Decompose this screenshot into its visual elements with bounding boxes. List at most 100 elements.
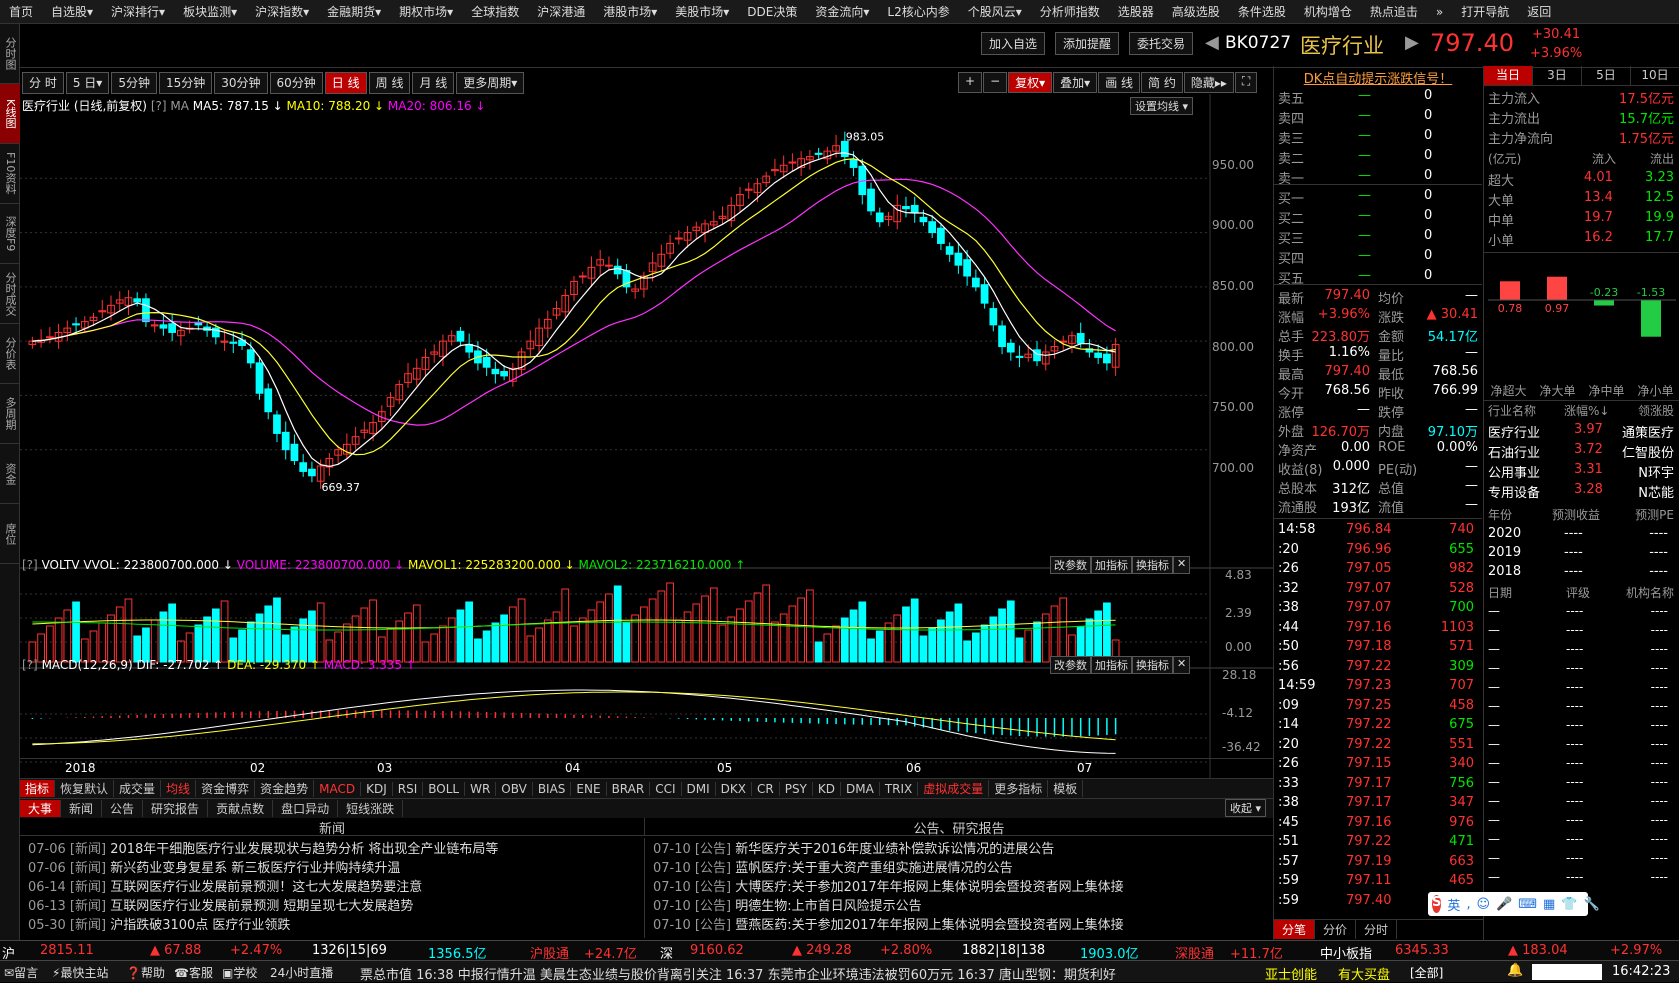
indicator-19[interactable]: PSY xyxy=(780,781,813,796)
indicator-7[interactable]: KDJ xyxy=(361,781,393,796)
menu-item-16[interactable]: 选股器 xyxy=(1109,3,1163,20)
menu-item-22[interactable]: 打开导航 xyxy=(1452,3,1518,20)
indicator-10[interactable]: WR xyxy=(465,781,497,796)
indicator-5[interactable]: 资金趋势 xyxy=(255,780,315,797)
alert-stock[interactable]: 亚士创能 xyxy=(1265,964,1317,983)
indicator-14[interactable]: BRAR xyxy=(607,781,651,796)
ime-punct-icon[interactable]: ‚ xyxy=(1466,897,1470,912)
search-input[interactable] xyxy=(1532,964,1602,980)
news-item[interactable]: 07-10 [公告] 蓝帆医疗:关于重大资产重组实施进展情况的公告 xyxy=(653,857,1013,876)
news-tab-6[interactable]: 短线涨跌 xyxy=(338,800,404,817)
news-tab-5[interactable]: 盘口异动 xyxy=(273,800,339,817)
menu-item-23[interactable]: 返回 xyxy=(1518,3,1560,20)
news-item[interactable]: 07-10 [公告] 新华医疗关于2016年度业绩补偿款诉讼情况的进展公告 xyxy=(653,838,1054,857)
news-tab-1[interactable]: 新闻 xyxy=(61,800,103,817)
collapse-button[interactable]: 收起 ▾ xyxy=(1225,799,1267,817)
alert-all[interactable]: [全部] xyxy=(1410,964,1443,981)
tool-4[interactable]: 画 线 xyxy=(1098,72,1141,93)
indicator-6[interactable]: MACD xyxy=(314,781,362,796)
period-9[interactable]: 更多周期▾ xyxy=(456,72,525,94)
flow-tab-1[interactable]: 3日 xyxy=(1533,66,1582,85)
indicator-3[interactable]: 均线 xyxy=(161,780,197,797)
menu-item-15[interactable]: 分析师指数 xyxy=(1031,3,1109,20)
menu-item-19[interactable]: 机构增仓 xyxy=(1295,3,1361,20)
period-8[interactable]: 月 线 xyxy=(412,72,455,94)
menu-item-20[interactable]: 热点追击 xyxy=(1361,3,1427,20)
ime-emoji-icon[interactable]: ☺ xyxy=(1477,897,1491,912)
ime-mic-icon[interactable]: 🎤 xyxy=(1496,897,1512,912)
add-alert-button[interactable]: 添加提醒 xyxy=(1055,32,1120,55)
ime-lang[interactable]: 英 xyxy=(1447,895,1460,914)
flow-tab-2[interactable]: 5日 xyxy=(1582,66,1631,85)
ime-tool-icon[interactable]: 🔧 xyxy=(1584,897,1600,912)
menu-item-13[interactable]: L2核心内参 xyxy=(878,3,958,20)
left-tab-6[interactable]: 多周期 xyxy=(0,384,20,444)
sector-row[interactable]: 专用设备 3.28 N芯能 xyxy=(1488,482,1676,501)
indicator-8[interactable]: RSI xyxy=(393,781,424,796)
news-tab-4[interactable]: 贡献点数 xyxy=(208,800,274,817)
tool-7[interactable]: ⛶ xyxy=(1234,72,1258,93)
tick-tab-0[interactable]: 分笔 xyxy=(1274,920,1316,939)
left-tab-8[interactable]: 席位 xyxy=(0,504,20,564)
menu-item-1[interactable]: 自选股▾ xyxy=(42,3,102,20)
menu-item-10[interactable]: 美股市场▾ xyxy=(666,3,738,20)
news-item[interactable]: 07-06 [新闻] 新兴药业变身复星系 新三板医疗行业并购持续升温 xyxy=(28,857,400,876)
indicator-20[interactable]: KD xyxy=(813,781,841,796)
tick-tab-1[interactable]: 分价 xyxy=(1315,920,1357,939)
menu-item-2[interactable]: 沪深排行▾ xyxy=(102,3,174,20)
period-6[interactable]: 日 线 xyxy=(324,72,367,94)
sector-row[interactable]: 公用事业 3.31 N环宇 xyxy=(1488,462,1676,481)
period-1[interactable]: 5 日▾ xyxy=(65,72,110,94)
tool-0[interactable]: + xyxy=(958,72,983,93)
tick-tab-2[interactable]: 分时 xyxy=(1356,920,1398,939)
left-tab-3[interactable]: 深度F9 xyxy=(0,204,20,264)
menu-item-14[interactable]: 个股风云▾ xyxy=(959,3,1031,20)
ime-shirt-icon[interactable]: 👕 xyxy=(1561,897,1577,912)
period-4[interactable]: 30分钟 xyxy=(214,72,268,94)
left-tab-5[interactable]: 分价表 xyxy=(0,324,20,384)
news-item[interactable]: 05-30 [新闻] 沪指跌破3100点 医疗行业领跌 xyxy=(28,914,290,933)
macd-add-button[interactable]: 加指标 xyxy=(1091,656,1132,674)
bell-icon[interactable]: 🔔 xyxy=(1507,963,1523,978)
trade-button[interactable]: 委托交易 xyxy=(1129,32,1194,55)
macd-param-button[interactable]: 改参数 xyxy=(1050,656,1091,674)
menu-item-7[interactable]: 全球指数 xyxy=(462,3,528,20)
indicator-22[interactable]: TRIX xyxy=(880,781,919,796)
sector-row[interactable]: 医疗行业 3.97 通策医疗 xyxy=(1488,422,1676,441)
status-item-2[interactable]: ❓帮助 xyxy=(126,964,165,981)
news-item[interactable]: 07-10 [公告] 大博医疗:关于参加2017年年报网上集体说明会暨投资者网上… xyxy=(653,876,1124,895)
menu-item-6[interactable]: 期权市场▾ xyxy=(390,3,462,20)
status-item-5[interactable]: 24小时直播 xyxy=(270,964,333,981)
next-arrow-icon[interactable]: ▶ xyxy=(1405,32,1419,53)
add-watch-button[interactable]: 加入自选 xyxy=(981,32,1046,55)
left-tab-4[interactable]: 分时成交 xyxy=(0,264,20,324)
menu-item-3[interactable]: 板块监测▾ xyxy=(174,3,246,20)
macd-swap-button[interactable]: 换指标 xyxy=(1132,656,1173,674)
menu-item-21[interactable]: » xyxy=(1427,5,1452,19)
vol-swap-button[interactable]: 换指标 xyxy=(1132,556,1173,574)
menu-item-4[interactable]: 沪深指数▾ xyxy=(246,3,318,20)
macd-close-icon[interactable]: ✕ xyxy=(1173,656,1191,674)
tool-1[interactable]: − xyxy=(983,72,1008,93)
indicator-25[interactable]: 模板 xyxy=(1048,780,1084,797)
left-tab-7[interactable]: 资金 xyxy=(0,444,20,504)
indicator-11[interactable]: OBV xyxy=(496,781,533,796)
sector-row[interactable]: 石油行业 3.72 仁智股份 xyxy=(1488,442,1676,461)
news-tab-0[interactable]: 大事 xyxy=(20,800,62,817)
news-tab-2[interactable]: 公告 xyxy=(102,800,144,817)
news-tab-3[interactable]: 研究报告 xyxy=(143,800,209,817)
menu-item-5[interactable]: 金融期货▾ xyxy=(318,3,390,20)
vol-close-icon[interactable]: ✕ xyxy=(1173,556,1191,574)
news-item[interactable]: 06-13 [新闻] 互联网医疗行业发展前景预测 短期呈现七大发展趋势 xyxy=(28,895,413,914)
indicator-12[interactable]: BIAS xyxy=(533,781,572,796)
menu-item-9[interactable]: 港股市场▾ xyxy=(594,3,666,20)
indicator-24[interactable]: 更多指标 xyxy=(989,780,1049,797)
indicator-1[interactable]: 恢复默认 xyxy=(55,780,115,797)
ime-toolbar[interactable]: S 英 ‚ ☺ 🎤 ⌨ ▦ 👕 🔧 xyxy=(1428,892,1600,916)
status-item-3[interactable]: ☎客服 xyxy=(174,964,213,981)
tool-2[interactable]: 复权▾ xyxy=(1008,72,1053,93)
indicator-9[interactable]: BOLL xyxy=(423,781,466,796)
kline-chart[interactable]: 983.05 669.37 xyxy=(20,94,1273,778)
indicator-4[interactable]: 资金博弈 xyxy=(196,780,256,797)
indicator-23[interactable]: 虚拟成交量 xyxy=(918,780,990,797)
